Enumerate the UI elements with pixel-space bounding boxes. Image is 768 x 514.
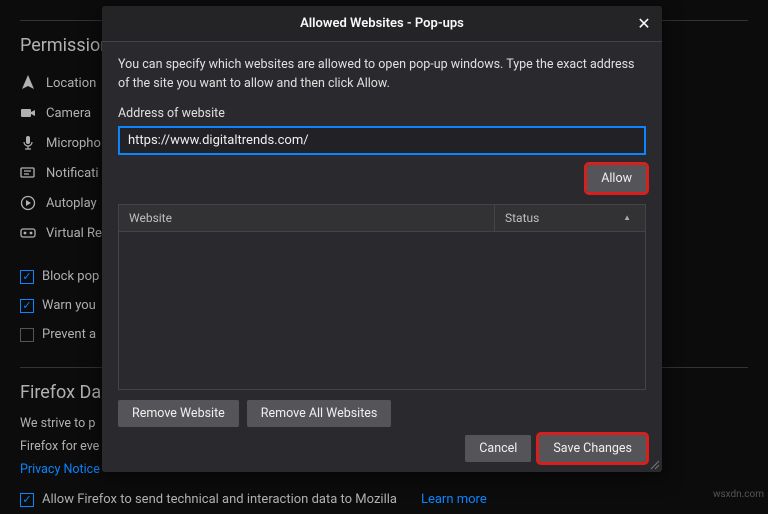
privacy-notice-link[interactable]: Privacy Notice (20, 462, 100, 477)
address-input[interactable] (118, 126, 646, 155)
learn-more-link[interactable]: Learn more (421, 492, 487, 507)
column-status[interactable]: Status ▲ (495, 205, 645, 231)
autoplay-icon (20, 195, 36, 211)
checkbox-icon (20, 328, 34, 342)
close-button[interactable]: ✕ (634, 13, 654, 33)
table-body (119, 232, 645, 390)
watermark: wsxdn.com (713, 489, 764, 500)
dialog-title: Allowed Websites - Pop-ups (102, 16, 662, 31)
remove-all-websites-button[interactable]: Remove All Websites (247, 400, 392, 427)
notification-icon (20, 165, 36, 181)
address-label: Address of website (118, 106, 646, 121)
perm-label: Micropho (46, 136, 101, 151)
perm-label: Notificati (46, 166, 99, 181)
perm-label: Virtual Re (46, 226, 102, 241)
vr-icon (20, 225, 36, 241)
checkbox-icon (20, 493, 34, 507)
perm-label: Location (46, 76, 96, 91)
websites-table: Website Status ▲ (118, 204, 646, 391)
perm-label: Camera (46, 106, 91, 121)
resize-grip-icon (648, 458, 660, 470)
checkbox-telemetry[interactable]: Allow Firefox to send technical and inte… (20, 485, 748, 514)
save-changes-button[interactable]: Save Changes (539, 435, 646, 462)
column-website[interactable]: Website (119, 205, 495, 231)
checkbox-label: Allow Firefox to send technical and inte… (42, 492, 397, 507)
remove-website-button[interactable]: Remove Website (118, 400, 239, 427)
allow-button[interactable]: Allow (587, 165, 646, 192)
checkbox-label: Block pop (42, 269, 99, 284)
column-status-label: Status (505, 211, 539, 225)
checkbox-icon (20, 270, 34, 284)
location-icon (20, 75, 36, 91)
resize-grip[interactable] (648, 458, 660, 470)
microphone-icon (20, 135, 36, 151)
table-header: Website Status ▲ (119, 205, 645, 232)
dialog-description: You can specify which websites are allow… (118, 56, 646, 94)
perm-label: Autoplay (46, 196, 97, 211)
sort-indicator-icon: ▲ (623, 213, 631, 222)
checkbox-label: Warn you (42, 298, 96, 313)
camera-icon (20, 105, 36, 121)
close-icon: ✕ (637, 14, 650, 33)
cancel-button[interactable]: Cancel (465, 435, 531, 462)
checkbox-label: Prevent a (42, 327, 96, 342)
dialog-body: You can specify which websites are allow… (102, 42, 662, 472)
dialog-header: Allowed Websites - Pop-ups ✕ (102, 6, 662, 42)
allowed-websites-dialog: Allowed Websites - Pop-ups ✕ You can spe… (102, 6, 662, 472)
checkbox-icon (20, 299, 34, 313)
